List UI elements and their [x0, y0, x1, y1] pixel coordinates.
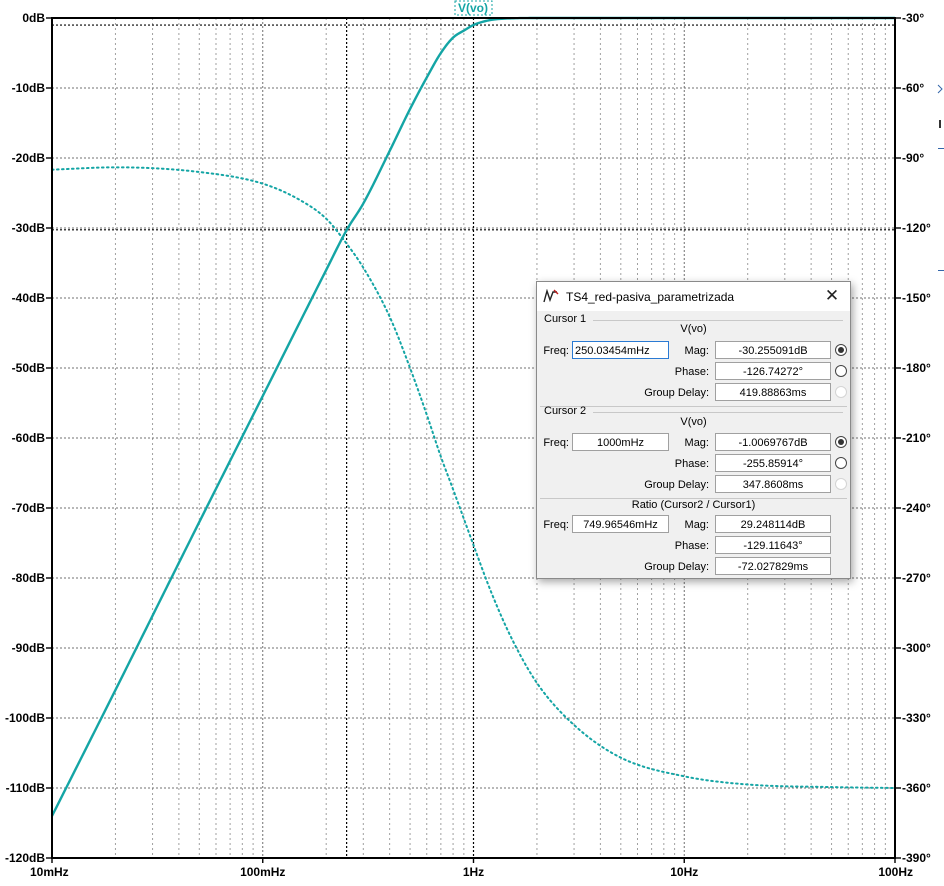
y-right-tick-label: -390°: [902, 851, 931, 865]
y-right-tick-label: -300°: [902, 641, 931, 655]
cursor1-mag-field: -30.255091dB: [715, 341, 831, 359]
cursor2-group-line: [593, 412, 843, 413]
y-right-tick-label: -120°: [902, 221, 931, 235]
y-left-tick-label: -20dB: [12, 151, 46, 165]
y-left-tick-label: -70dB: [12, 501, 46, 515]
dialog-titlebar[interactable]: TS4_red-pasiva_parametrizada ✕: [537, 282, 850, 311]
y-left-tick-label: -50dB: [12, 361, 46, 375]
cursor1-freq-label: Freq:: [543, 345, 569, 357]
y-right-tick-label: -330°: [902, 711, 931, 725]
y-left-tick-label: -100dB: [5, 711, 45, 725]
offscreen-window-edge: [936, 80, 944, 280]
cursor1-gd-field: 419.88863ms: [715, 383, 831, 401]
cursor2-freq-label: Freq:: [543, 437, 569, 449]
y-right-tick-label: -60°: [902, 81, 924, 95]
x-tick-label: 10mHz: [30, 865, 69, 879]
cursor2-mag-radio[interactable]: [835, 436, 847, 448]
cursor2-trace-name: V(vo): [680, 416, 707, 428]
ratio-heading: Ratio (Cursor2 / Cursor1): [631, 499, 756, 511]
close-button[interactable]: ✕: [820, 285, 844, 307]
cursor1-group-line: [593, 320, 843, 321]
cursor1-phase-label: Phase:: [674, 366, 709, 378]
ratio-phase-field: -129.11643°: [715, 536, 831, 554]
cursor1-mag-label: Mag:: [684, 345, 709, 357]
y-left-tick-label: -80dB: [12, 571, 46, 585]
ratio-phase-label: Phase:: [674, 540, 709, 552]
cursor2-phase-label: Phase:: [674, 458, 709, 470]
y-left-tick-label: -10dB: [12, 81, 46, 95]
cursor1-trace-name: V(vo): [680, 323, 707, 335]
cursor1-gd-label: Group Delay:: [644, 387, 709, 399]
y-right-tick-label: -360°: [902, 781, 931, 795]
x-tick-label: 10Hz: [670, 865, 698, 879]
x-tick-label: 1Hz: [463, 865, 484, 879]
y-left-tick-label: -90dB: [12, 641, 46, 655]
y-left-tick-label: -60dB: [12, 431, 46, 445]
cursor2-gd-field: 347.8608ms: [715, 475, 831, 493]
cursor1-mag-radio[interactable]: [835, 344, 847, 356]
ltspice-app-icon: [543, 288, 559, 306]
cursor2-phase-field: -255.85914°: [715, 454, 831, 472]
dialog-title: TS4_red-pasiva_parametrizada: [566, 290, 735, 304]
y-left-tick-label: -110dB: [6, 781, 46, 795]
ratio-mag-field: 29.248114dB: [715, 515, 831, 533]
y-right-tick-label: -240°: [902, 501, 931, 515]
ratio-gd-label: Group Delay:: [644, 561, 709, 573]
y-right-tick-label: -270°: [902, 571, 931, 585]
y-right-tick-label: -210°: [902, 431, 931, 445]
y-left-tick-label: -30dB: [12, 221, 46, 235]
cursor2-gd-label: Group Delay:: [644, 479, 709, 491]
y-right-tick-label: -180°: [902, 361, 931, 375]
x-tick-label: 100Hz: [878, 865, 913, 879]
x-tick-label: 100mHz: [240, 865, 285, 879]
cursor2-gd-radio[interactable]: [835, 478, 847, 490]
y-left-tick-label: -40dB: [12, 291, 46, 305]
cursor2-phase-radio[interactable]: [835, 457, 847, 469]
ratio-mag-label: Mag:: [684, 519, 709, 531]
cursor2-mag-label: Mag:: [684, 437, 709, 449]
y-right-tick-label: -150°: [902, 291, 931, 305]
ratio-gd-field: -72.027829ms: [715, 557, 831, 575]
cursor2-mag-field: -1.0069767dB: [715, 433, 831, 451]
trace-legend[interactable]: V(vo): [454, 0, 493, 16]
y-right-tick-label: -30°: [902, 11, 924, 25]
trace-legend-label[interactable]: V(vo): [458, 1, 488, 15]
y-left-tick-label: 0dB: [22, 11, 45, 25]
y-left-tick-label: -120dB: [5, 851, 45, 865]
cursor1-phase-radio[interactable]: [835, 365, 847, 377]
cursor-readout-dialog[interactable]: TS4_red-pasiva_parametrizada ✕ Cursor 1 …: [536, 281, 851, 579]
y-right-tick-label: -90°: [902, 151, 924, 165]
cursor1-gd-radio[interactable]: [835, 386, 847, 398]
ratio-freq-label: Freq:: [543, 519, 569, 531]
cursor1-phase-field: -126.74272°: [715, 362, 831, 380]
